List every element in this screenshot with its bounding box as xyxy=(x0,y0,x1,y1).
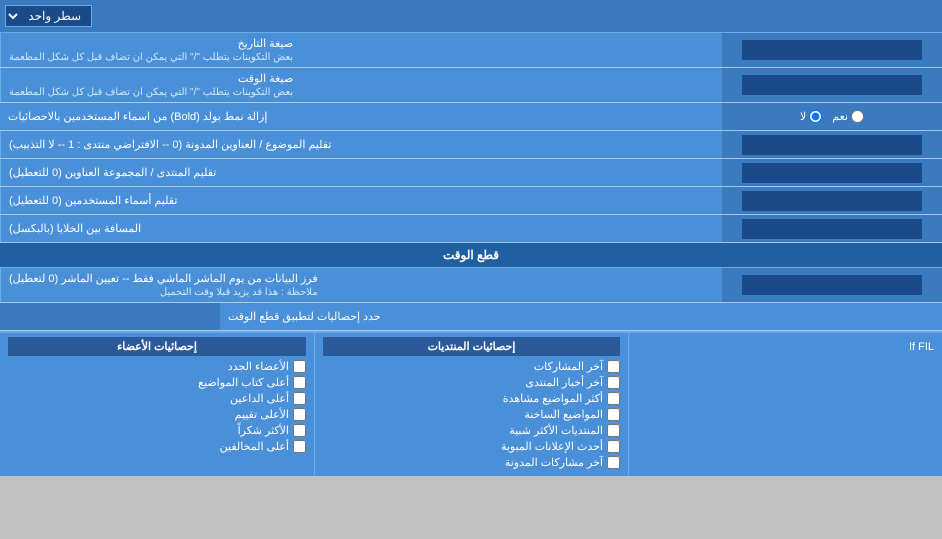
layout-select-container[interactable]: سطر واحد متعدد xyxy=(5,5,100,27)
col1-header: إحصائيات الأعضاء xyxy=(8,337,306,356)
member-stat-checkbox-4[interactable] xyxy=(293,424,306,437)
spacing-input[interactable]: 2 xyxy=(742,219,922,239)
time-format-row: H:i صيغة الوقت بعض التكوينات يتطلب "/" ا… xyxy=(0,68,942,103)
spacing-input-container[interactable]: 2 xyxy=(722,215,942,242)
user-limit-row: 0 تقليم أسماء المستخدمين (0 للتعطيل) xyxy=(0,187,942,215)
date-format-input-container[interactable]: d-m xyxy=(722,33,942,67)
bold-radio-container[interactable]: نعم لا xyxy=(722,103,942,130)
forum-limit-label: تقليم المنتدى / المجموعة العناوين (0 للت… xyxy=(0,159,722,186)
member-stat-item-0[interactable]: الأعضاء الجدد xyxy=(8,360,306,373)
member-stat-checkbox-0[interactable] xyxy=(293,360,306,373)
forum-stat-checkbox-4[interactable] xyxy=(607,424,620,437)
topic-limit-row: 33 تقليم الموضوع / العناوين المدونة (0 -… xyxy=(0,131,942,159)
forum-stat-item-0[interactable]: آخر المشاركات xyxy=(323,360,620,373)
forum-stat-checkbox-2[interactable] xyxy=(607,392,620,405)
header-row: سطر واحد متعدد xyxy=(0,0,942,33)
topic-limit-input[interactable]: 33 xyxy=(742,135,922,155)
bottom-section: If FIL إحصائيات المنتديات آخر المشاركات … xyxy=(0,331,942,476)
bold-row-label: إزالة نمط بولد (Bold) من اسماء المستخدمي… xyxy=(0,103,722,130)
forum-stat-item-1[interactable]: آخر أخبار المنتدى xyxy=(323,376,620,389)
bottom-col-1: إحصائيات الأعضاء الأعضاء الجدد أعلى كتاب… xyxy=(0,333,314,476)
cutoff-row: 0 فرز البيانات من يوم الماشر الماشي فقط … xyxy=(0,268,942,303)
topic-limit-input-container[interactable]: 33 xyxy=(722,131,942,158)
spacing-label: المسافة بين الخلايا (بالبكسل) xyxy=(0,215,722,242)
member-stat-item-3[interactable]: الأعلى تقييم xyxy=(8,408,306,421)
topic-limit-label: تقليم الموضوع / العناوين المدونة (0 -- ا… xyxy=(0,131,722,158)
date-format-label: صيغة التاريخ بعض التكوينات يتطلب "/" الت… xyxy=(0,33,722,67)
bold-radio-no-label[interactable]: لا xyxy=(800,110,822,123)
col3-label: If FIL xyxy=(637,337,934,353)
forum-stat-item-2[interactable]: أكثر المواضيع مشاهدة xyxy=(323,392,620,405)
forum-stat-checkbox-1[interactable] xyxy=(607,376,620,389)
member-stat-item-5[interactable]: أعلى المخالفين xyxy=(8,440,306,453)
forum-limit-input[interactable]: 33 xyxy=(742,163,922,183)
forum-stat-checkbox-0[interactable] xyxy=(607,360,620,373)
cutoff-section-header: قطع الوقت xyxy=(0,243,942,268)
bold-radio-yes-label[interactable]: نعم xyxy=(832,110,864,123)
col2-header: إحصائيات المنتديات xyxy=(323,337,620,356)
layout-select[interactable]: سطر واحد متعدد xyxy=(5,5,92,27)
date-format-input[interactable]: d-m xyxy=(742,40,922,60)
time-format-input[interactable]: H:i xyxy=(742,75,922,95)
limit-row: حدد إحصاليات لتطبيق قطع الوقت xyxy=(0,303,942,331)
forum-stat-item-6[interactable]: آخر مشاركات المدونة xyxy=(323,456,620,469)
bold-row: نعم لا إزالة نمط بولد (Bold) من اسماء ال… xyxy=(0,103,942,131)
member-stat-checkbox-2[interactable] xyxy=(293,392,306,405)
time-format-input-container[interactable]: H:i xyxy=(722,68,942,102)
cutoff-row-label: فرز البيانات من يوم الماشر الماشي فقط --… xyxy=(0,268,722,302)
member-stat-checkbox-5[interactable] xyxy=(293,440,306,453)
date-format-row: d-m صيغة التاريخ بعض التكوينات يتطلب "/"… xyxy=(0,33,942,68)
bottom-col-2: إحصائيات المنتديات آخر المشاركات آخر أخب… xyxy=(314,333,628,476)
forum-limit-input-container[interactable]: 33 xyxy=(722,159,942,186)
forum-stat-item-3[interactable]: المواضيع الساخنة xyxy=(323,408,620,421)
user-limit-input-container[interactable]: 0 xyxy=(722,187,942,214)
spacing-row: 2 المسافة بين الخلايا (بالبكسل) xyxy=(0,215,942,243)
forum-stat-checkbox-3[interactable] xyxy=(607,408,620,421)
bold-radio-no[interactable] xyxy=(809,110,822,123)
forum-stat-item-5[interactable]: أحدث الإعلانات المبوبة xyxy=(323,440,620,453)
forum-stat-checkbox-6[interactable] xyxy=(607,456,620,469)
limit-label: حدد إحصاليات لتطبيق قطع الوقت xyxy=(220,303,942,330)
bottom-col-3: If FIL xyxy=(628,333,942,476)
member-stat-item-2[interactable]: أعلى الداعين xyxy=(8,392,306,405)
cutoff-input[interactable]: 0 xyxy=(742,275,922,295)
user-limit-input[interactable]: 0 xyxy=(742,191,922,211)
member-stat-item-4[interactable]: الأكثر شكراً xyxy=(8,424,306,437)
member-stat-item-1[interactable]: أعلى كتاب المواضيع xyxy=(8,376,306,389)
cutoff-input-container[interactable]: 0 xyxy=(722,268,942,302)
member-stat-checkbox-1[interactable] xyxy=(293,376,306,389)
member-stat-checkbox-3[interactable] xyxy=(293,408,306,421)
forum-stat-checkbox-5[interactable] xyxy=(607,440,620,453)
bottom-grid: If FIL إحصائيات المنتديات آخر المشاركات … xyxy=(0,333,942,476)
bold-radio-yes[interactable] xyxy=(851,110,864,123)
forum-limit-row: 33 تقليم المنتدى / المجموعة العناوين (0 … xyxy=(0,159,942,187)
limit-divider xyxy=(0,303,220,330)
forum-stat-item-4[interactable]: المنتديات الأكثر شبية xyxy=(323,424,620,437)
user-limit-label: تقليم أسماء المستخدمين (0 للتعطيل) xyxy=(0,187,722,214)
time-format-label: صيغة الوقت بعض التكوينات يتطلب "/" التي … xyxy=(0,68,722,102)
